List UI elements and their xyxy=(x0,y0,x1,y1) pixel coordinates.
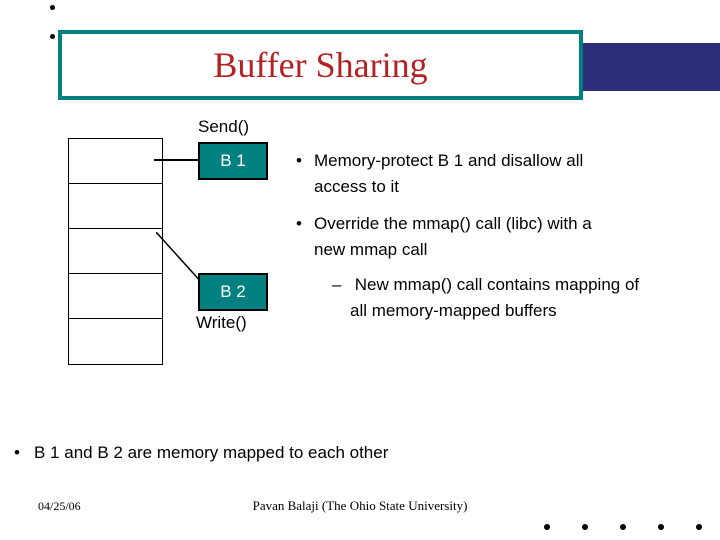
bullet-line: new mmap call xyxy=(314,240,427,259)
decorative-dots-vertical xyxy=(50,5,55,39)
grid-cell xyxy=(69,274,162,319)
title-banner: Buffer Sharing xyxy=(58,30,583,100)
grid-cell xyxy=(69,319,162,364)
grid-cell xyxy=(69,184,162,229)
grid-cell xyxy=(69,139,162,184)
decorative-dots-horizontal xyxy=(544,524,702,530)
footer-author: Pavan Balaji (The Ohio State University) xyxy=(0,498,720,514)
bullet-item: Memory-protect B 1 and disallow all acce… xyxy=(296,148,691,199)
write-label: Write() xyxy=(196,313,247,333)
buffer-b2-label: B 2 xyxy=(220,282,246,302)
buffer-b2-box: B 2 xyxy=(198,273,268,311)
sub-bullet-item: New mmap() call contains mapping of all … xyxy=(332,272,691,323)
grid-cell xyxy=(69,229,162,274)
sub-bullet-line: New mmap() call contains mapping of xyxy=(355,275,639,294)
connector-line-b1 xyxy=(154,159,198,161)
bullet-list: Memory-protect B 1 and disallow all acce… xyxy=(296,148,691,335)
bullet-line: access to it xyxy=(314,177,399,196)
send-label: Send() xyxy=(198,117,249,137)
slide-title: Buffer Sharing xyxy=(213,44,427,86)
summary-bullet: B 1 and B 2 are memory mapped to each ot… xyxy=(14,443,388,463)
accent-bar xyxy=(560,43,720,91)
bullet-item: Override the mmap() call (libc) with a n… xyxy=(296,211,691,323)
buffer-b1-box: B 1 xyxy=(198,142,268,180)
buffer-b1-label: B 1 xyxy=(220,151,246,171)
bullet-line: Override the mmap() call (libc) with a xyxy=(296,214,592,233)
bullet-line: Memory-protect B 1 and disallow all xyxy=(296,151,583,170)
sub-bullet-line: all memory-mapped buffers xyxy=(350,301,557,320)
memory-grid xyxy=(68,138,198,365)
